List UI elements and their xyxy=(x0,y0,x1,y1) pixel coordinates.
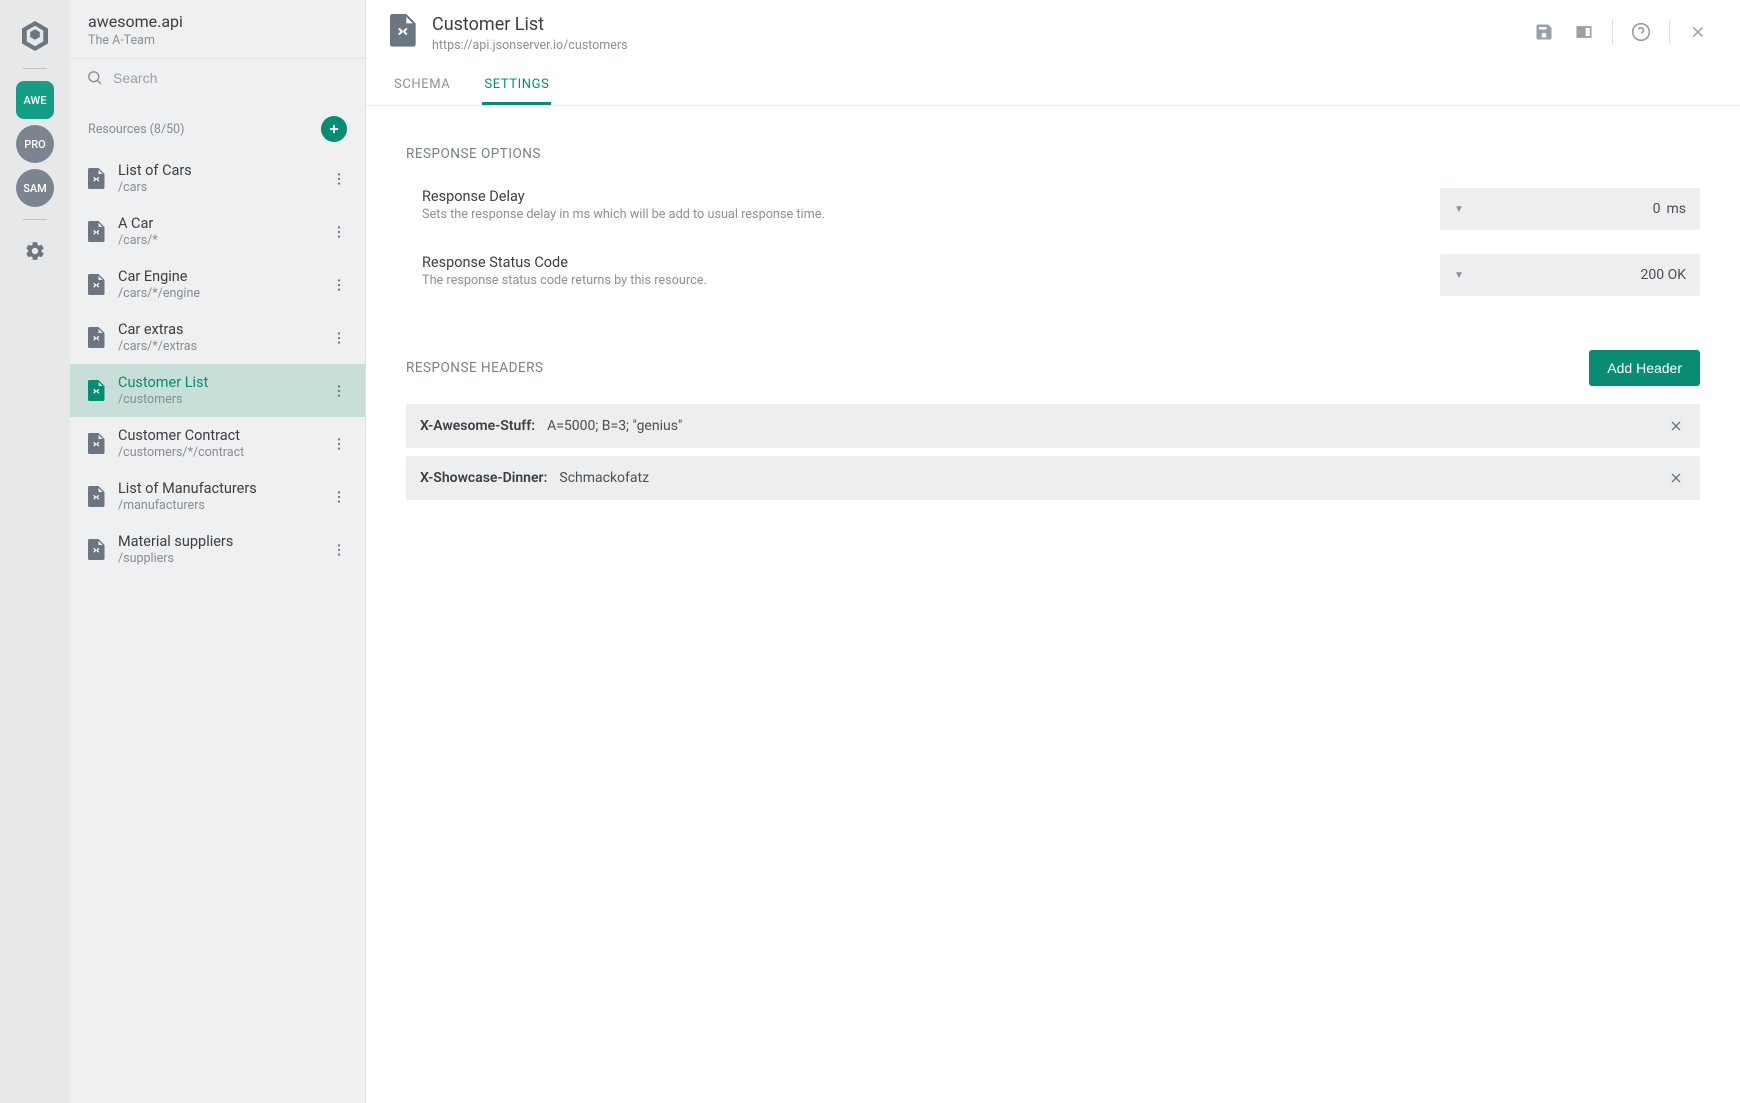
resource-item[interactable]: Customer List/customers xyxy=(70,364,365,417)
app-name: awesome.api xyxy=(88,12,347,31)
resource-item[interactable]: Car Engine/cars/*/engine xyxy=(70,258,365,311)
resource-path: /suppliers xyxy=(118,551,315,566)
resource-item[interactable]: List of Manufacturers/manufacturers xyxy=(70,470,365,523)
chevron-down-icon: ▼ xyxy=(1454,204,1464,215)
resource-title: List of Manufacturers xyxy=(118,480,315,497)
add-resource-button[interactable] xyxy=(321,116,347,142)
header-value: Schmackofatz xyxy=(559,470,1666,486)
remove-header-button[interactable] xyxy=(1666,416,1686,436)
header-row[interactable]: X-Showcase-Dinner: Schmackofatz xyxy=(406,456,1700,500)
rail-settings-button[interactable] xyxy=(24,240,46,262)
left-rail: AWE PRO SAM xyxy=(0,0,70,1103)
resource-path: /cars xyxy=(118,180,315,195)
resource-more-button[interactable] xyxy=(327,220,351,244)
resource-more-button[interactable] xyxy=(327,167,351,191)
resource-title: Car extras xyxy=(118,321,315,338)
resources-count-label: Resources (8/50) xyxy=(88,122,185,137)
chevron-down-icon: ▼ xyxy=(1454,270,1464,281)
option-value: 200 OK xyxy=(1641,267,1687,283)
section-title-response-options: RESPONSE OPTIONS xyxy=(406,146,1700,162)
workspace-badge-pro[interactable]: PRO xyxy=(16,125,54,163)
option-description: Sets the response delay in ms which will… xyxy=(422,207,1420,222)
tab-row: SCHEMA SETTINGS xyxy=(390,67,1716,105)
header-value: A=5000; B=3; "genius" xyxy=(547,418,1666,434)
resource-file-icon xyxy=(88,433,106,455)
resource-more-button[interactable] xyxy=(327,538,351,562)
resource-more-button[interactable] xyxy=(327,379,351,403)
section-title-response-headers: RESPONSE HEADERS xyxy=(406,360,543,376)
resource-item[interactable]: A Car/cars/* xyxy=(70,205,365,258)
resource-path: /customers xyxy=(118,392,315,407)
resource-file-icon xyxy=(88,274,106,296)
header-name: X-Awesome-Stuff: xyxy=(420,418,535,434)
header-row[interactable]: X-Awesome-Stuff: A=5000; B=3; "genius" xyxy=(406,404,1700,448)
app-logo-icon xyxy=(17,18,53,54)
resource-more-button[interactable] xyxy=(327,326,351,350)
search-container xyxy=(70,59,365,96)
option-field[interactable]: ▼ 0 ms xyxy=(1440,188,1700,230)
sidebar-header: awesome.api The A-Team xyxy=(70,0,365,59)
team-name: The A-Team xyxy=(88,33,347,48)
resource-file-icon xyxy=(88,380,106,402)
save-button[interactable] xyxy=(1526,14,1562,50)
resource-file-icon xyxy=(88,327,106,349)
add-header-button[interactable]: Add Header xyxy=(1589,350,1700,386)
page-title: Customer List xyxy=(432,14,1526,35)
workspace-badge-awe[interactable]: AWE xyxy=(16,81,54,119)
workspace-badge-sam[interactable]: SAM xyxy=(16,169,54,207)
resource-path: /cars/* xyxy=(118,233,315,248)
panel-toggle-button[interactable] xyxy=(1566,14,1602,50)
resource-item[interactable]: Material suppliers/suppliers xyxy=(70,523,365,576)
resource-path: /customers/*/contract xyxy=(118,445,315,460)
resource-path: /manufacturers xyxy=(118,498,315,513)
sidebar: awesome.api The A-Team Resources (8/50) … xyxy=(70,0,366,1103)
resource-title: Customer Contract xyxy=(118,427,315,444)
search-input[interactable] xyxy=(113,70,349,86)
resource-item[interactable]: List of Cars/cars xyxy=(70,152,365,205)
main-panel: Customer List https://api.jsonserver.io/… xyxy=(366,0,1740,1103)
resource-path: /cars/*/engine xyxy=(118,286,315,301)
resource-title: Car Engine xyxy=(118,268,315,285)
option-label: Response Status Code xyxy=(422,254,1420,271)
resource-title: Material suppliers xyxy=(118,533,315,550)
tab-schema[interactable]: SCHEMA xyxy=(392,67,452,105)
resource-file-icon xyxy=(88,221,106,243)
resource-title: A Car xyxy=(118,215,315,232)
resource-more-button[interactable] xyxy=(327,485,351,509)
resource-title: List of Cars xyxy=(118,162,315,179)
resource-list: List of Cars/carsA Car/cars/*Car Engine/… xyxy=(70,152,365,1103)
resource-title: Customer List xyxy=(118,374,315,391)
header-name: X-Showcase-Dinner: xyxy=(420,470,547,486)
resource-item[interactable]: Car extras/cars/*/extras xyxy=(70,311,365,364)
resource-file-icon xyxy=(88,168,106,190)
remove-header-button[interactable] xyxy=(1666,468,1686,488)
resource-path: /cars/*/extras xyxy=(118,339,315,354)
option-description: The response status code returns by this… xyxy=(422,273,1420,288)
close-button[interactable] xyxy=(1680,14,1716,50)
search-icon xyxy=(86,69,103,86)
option-value: 0 xyxy=(1653,201,1661,217)
settings-content: RESPONSE OPTIONS Response Delay Sets the … xyxy=(366,106,1740,1103)
resource-file-icon xyxy=(88,486,106,508)
resource-file-icon xyxy=(390,14,418,48)
resource-item[interactable]: Customer Contract/customers/*/contract xyxy=(70,417,365,470)
resource-more-button[interactable] xyxy=(327,432,351,456)
option-label: Response Delay xyxy=(422,188,1420,205)
topbar: Customer List https://api.jsonserver.io/… xyxy=(366,0,1740,106)
option-field[interactable]: ▼ 200 OK xyxy=(1440,254,1700,296)
resource-file-icon xyxy=(88,539,106,561)
resource-more-button[interactable] xyxy=(327,273,351,297)
help-button[interactable] xyxy=(1623,14,1659,50)
option-unit: ms xyxy=(1666,201,1686,217)
tab-settings[interactable]: SETTINGS xyxy=(482,67,551,105)
resource-url: https://api.jsonserver.io/customers xyxy=(432,38,1526,53)
